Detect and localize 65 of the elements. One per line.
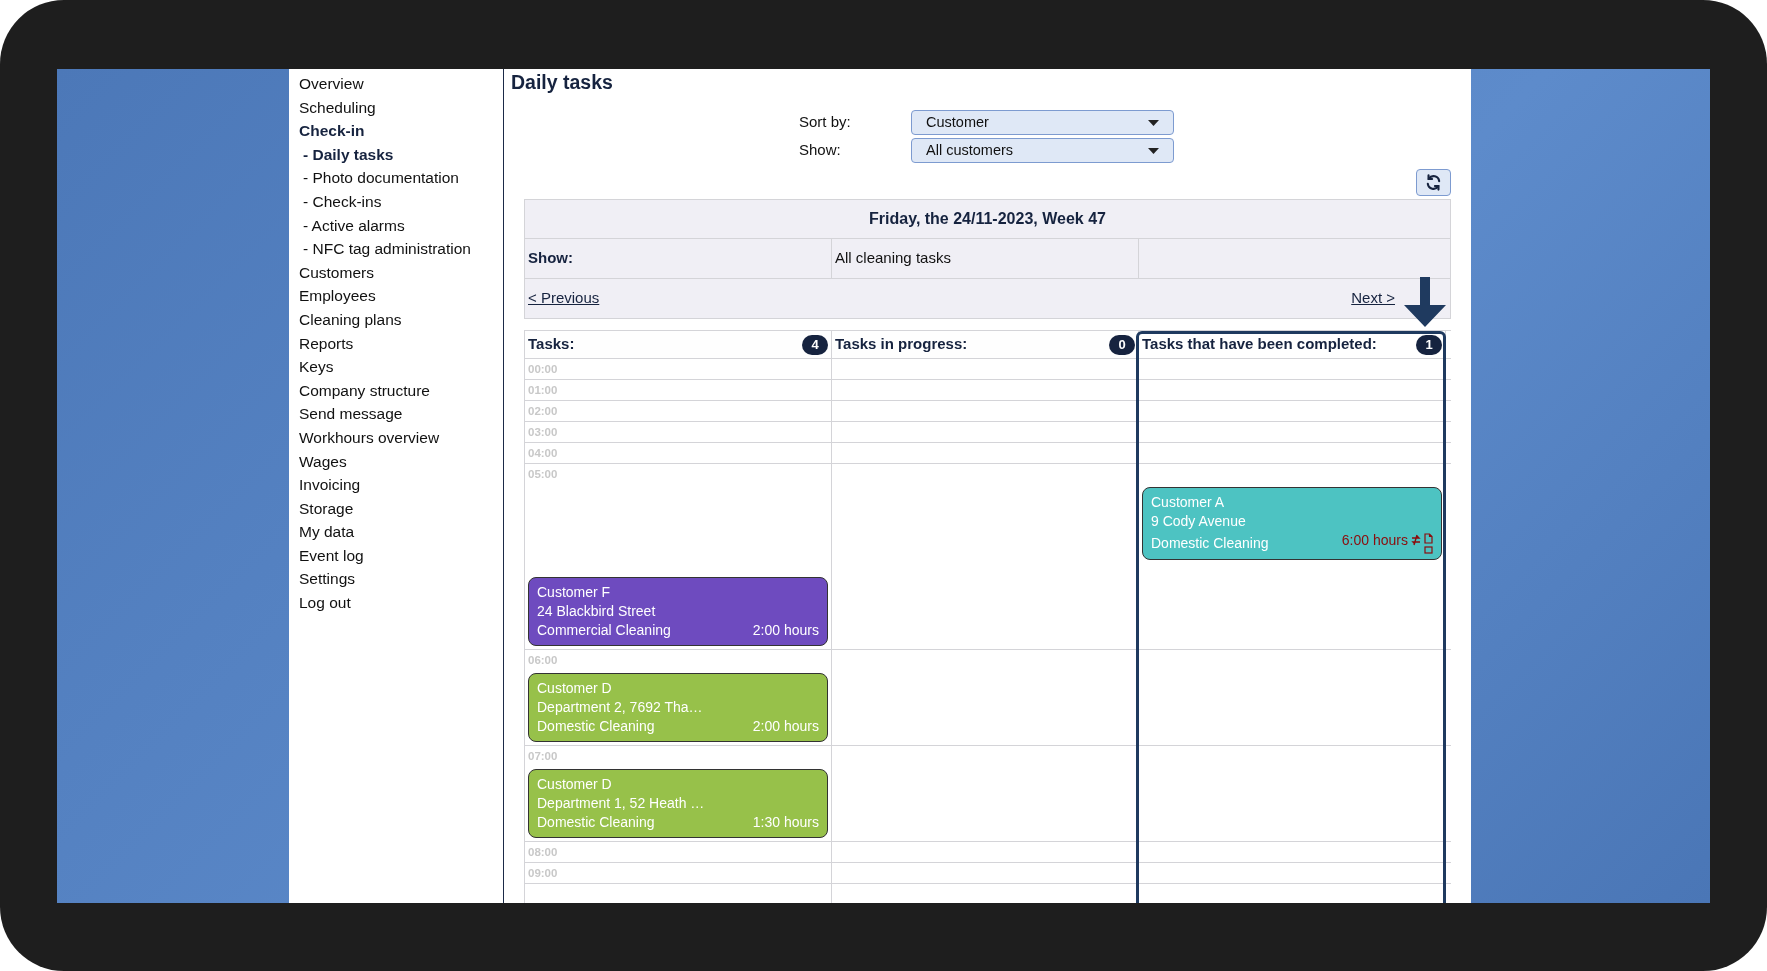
sidebar-link[interactable]: Keys: [299, 355, 503, 379]
customer-name: Customer F: [537, 583, 612, 602]
square-icon[interactable]: [1424, 546, 1433, 554]
show-value: All cleaning tasks: [835, 248, 951, 269]
column-title: Tasks:: [528, 334, 575, 355]
column-title: Tasks that have been completed:: [1142, 334, 1377, 355]
sidebar-link[interactable]: Company structure: [299, 378, 503, 403]
task-card[interactable]: Customer A 9 Cody Avenue Domestic Cleaning 6:00 hours: [1142, 487, 1442, 560]
task-address: 24 Blackbird Street: [537, 602, 657, 621]
caret-icon: [1148, 147, 1159, 154]
task-duration: 2:00 hours: [752, 717, 819, 736]
sidebar-link[interactable]: Reports: [299, 331, 503, 356]
column-title: Tasks in progress:: [835, 334, 968, 355]
sidebar-link[interactable]: - Check-ins: [299, 189, 503, 214]
sidebar-link[interactable]: Workhours overview: [299, 425, 503, 450]
sidebar-link[interactable]: Overview: [299, 72, 503, 96]
sidebar-link[interactable]: Customers: [299, 260, 503, 285]
task-duration: 6:00 hours: [1341, 531, 1408, 550]
sidebar-link[interactable]: - NFC tag administration: [299, 237, 503, 261]
sidebar-link[interactable]: Event log: [299, 543, 503, 568]
swap-arrows-icon: [1411, 534, 1421, 546]
sidebar-link[interactable]: My data: [299, 520, 503, 544]
sidebar-link[interactable]: - Active alarms: [299, 213, 503, 238]
arrow-icon: [1402, 277, 1448, 327]
refresh-icon: [1425, 174, 1442, 191]
count-badge: 1: [1416, 334, 1442, 355]
dropdown[interactable]: All customers: [911, 138, 1174, 163]
sidebar-link[interactable]: Send message: [299, 402, 503, 426]
service-type: Domestic Cleaning: [1151, 534, 1269, 553]
service-type: Commercial Cleaning: [537, 621, 671, 640]
count-badge: 0: [1109, 334, 1135, 355]
sidebar-link[interactable]: Cleaning plans: [299, 307, 503, 332]
task-duration: 1:30 hours: [752, 813, 819, 832]
customer-name: Customer D: [537, 775, 613, 794]
service-type: Domestic Cleaning: [537, 813, 655, 832]
next-link[interactable]: Next >: [1351, 287, 1395, 310]
sidebar-link[interactable]: Storage: [299, 496, 503, 521]
task-address: Department 2, 7692 Tha…: [537, 698, 704, 717]
sidebar-link[interactable]: Scheduling: [299, 95, 503, 120]
customer-name: Customer A: [1151, 493, 1226, 512]
task-address: Department 1, 52 Heath …: [537, 794, 706, 813]
count-badge: 4: [802, 334, 828, 355]
sidebar-link[interactable]: Invoicing: [299, 473, 503, 497]
sidebar-link[interactable]: Settings: [299, 567, 503, 592]
dropdown[interactable]: Customer: [911, 110, 1174, 135]
caret-icon: [1148, 119, 1159, 126]
previous-link[interactable]: < Previous: [528, 287, 600, 310]
filter-label: Show:: [799, 140, 842, 161]
sidebar-link[interactable]: Employees: [299, 284, 503, 308]
task-duration: 2:00 hours: [752, 621, 819, 640]
sidebar-link[interactable]: Wages: [299, 449, 503, 474]
sidebar-link[interactable]: Check-in: [299, 119, 503, 143]
task-card[interactable]: Customer F 24 Blackbird Street Commercial Cleaning 2:00 hours: [528, 577, 828, 646]
customer-name: Customer D: [537, 679, 613, 698]
task-address: 9 Cody Avenue: [1151, 512, 1247, 531]
show-label: Show:: [528, 248, 573, 269]
sidebar-link[interactable]: - Photo documentation: [299, 166, 503, 190]
document-icon[interactable]: [1424, 533, 1433, 544]
page-title: Daily tasks: [510, 70, 614, 94]
sidebar-link[interactable]: - Daily tasks: [299, 142, 503, 167]
refresh-button[interactable]: [1416, 169, 1451, 196]
date-header: Friday, the 24/11-2023, Week 47: [525, 200, 1450, 239]
filter-label: Sort by:: [799, 112, 852, 133]
sidebar-link[interactable]: Log out: [299, 591, 503, 615]
service-type: Domestic Cleaning: [537, 717, 655, 736]
